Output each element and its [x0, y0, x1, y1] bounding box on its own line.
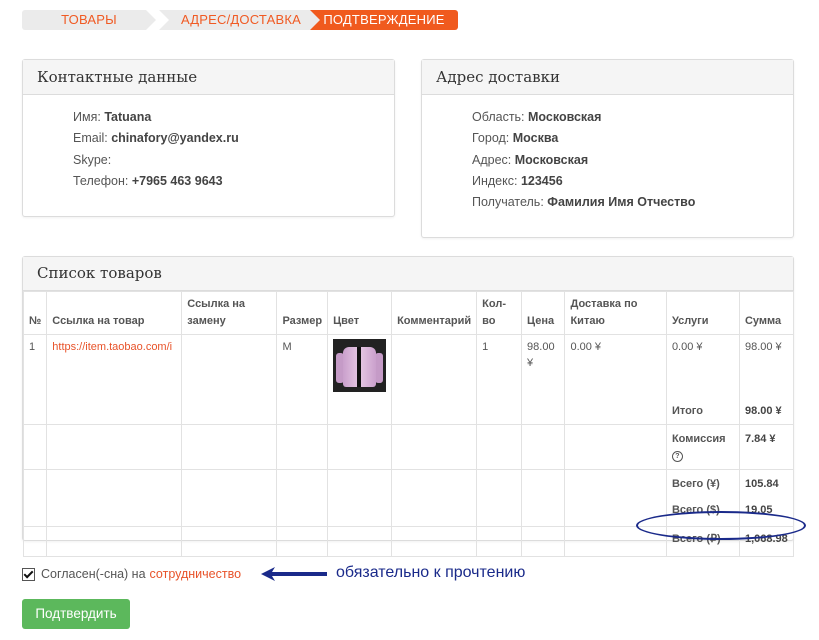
commission-row: Комиссия? 7.84 ¥ [22, 424, 795, 470]
items-panel: Список товаров № Ссылка на товар Ссылка … [22, 256, 795, 557]
product-thumbnail[interactable] [333, 339, 387, 392]
step-goods[interactable]: ТОВАРЫ [22, 10, 156, 30]
col-replace: Ссылка на замену [181, 291, 278, 335]
agree-row: Согласен(-сна) на сотрудничество [22, 566, 241, 582]
row-services: 0.00 ¥ [671, 341, 703, 353]
confirm-button[interactable]: Подтвердить [22, 599, 130, 629]
delivery-panel: Адрес доставки Область: Московская Город… [421, 59, 794, 238]
commission-label: Комиссия [671, 433, 726, 445]
contact-skype: Skype: [73, 152, 112, 167]
step-confirmation: ПОДТВЕРЖДЕНИЕ [310, 10, 458, 30]
row-china-delivery: 0.00 ¥ [564, 334, 667, 425]
col-size: Размер [276, 291, 329, 335]
itogo-label: Итого [671, 405, 703, 417]
agree-checkbox[interactable] [22, 567, 35, 581]
col-price: Цена [521, 291, 566, 335]
col-link: Ссылка на товар [46, 291, 183, 335]
delivery-zip: Индекс: 123456 [472, 173, 563, 188]
row-sum: 98.00 ¥ [744, 341, 782, 353]
contacts-title: Контактные данные [23, 60, 394, 95]
arrow-left-icon [261, 567, 327, 581]
contact-email: Email: chinafory@yandex.ru [73, 131, 239, 146]
col-services: Услуги [665, 291, 740, 335]
annotation-note: обязательно к прочтению [336, 564, 526, 581]
row-qty: 1 [476, 334, 523, 425]
total-yuan-value: 105.84 [744, 478, 779, 490]
agree-text: Согласен(-сна) на [41, 567, 146, 581]
col-color: Цвет [327, 291, 393, 335]
total-yuan-label: Всего (¥) [671, 478, 720, 490]
cooperation-link[interactable]: сотрудничество [150, 567, 242, 581]
row-size: M [276, 334, 329, 425]
items-title: Список товаров [23, 257, 793, 291]
contact-phone: Телефон: +7965 463 9643 [73, 173, 223, 188]
col-num: № [22, 291, 48, 335]
contact-name: Имя: Tatuana [73, 110, 152, 124]
row-num: 1 [22, 334, 48, 425]
commission-value: 7.84 ¥ [744, 433, 776, 445]
help-icon[interactable]: ? [671, 451, 683, 462]
col-sum: Сумма [738, 291, 795, 335]
col-comment: Комментарий [391, 291, 478, 335]
col-qty: Кол-во [476, 291, 523, 335]
highlight-oval [636, 511, 806, 540]
step-address-delivery[interactable]: АДРЕС/ДОСТАВКА [159, 10, 323, 30]
delivery-region: Область: Московская [472, 110, 602, 124]
contacts-panel: Контактные данные Имя: Tatuana Email: ch… [22, 59, 395, 217]
table-row: 1 https://item.taobao.com/i M 1 98.00 ¥ … [22, 334, 795, 425]
table-header-row: № Ссылка на товар Ссылка на замену Разме… [22, 291, 795, 335]
delivery-city: Город: Москва [472, 131, 559, 146]
delivery-recipient: Получатель: Фамилия Имя Отчество [472, 195, 696, 210]
product-link[interactable]: https://item.taobao.com/i [52, 339, 176, 355]
itogo-value: 98.00 ¥ [744, 405, 782, 417]
row-replace [181, 334, 278, 425]
delivery-title: Адрес доставки [422, 60, 793, 95]
row-price: 98.00 ¥ [521, 334, 566, 425]
delivery-address: Адрес: Московская [472, 152, 589, 167]
row-comment [391, 334, 478, 425]
col-china-delivery: Доставка по Китаю [564, 291, 667, 335]
